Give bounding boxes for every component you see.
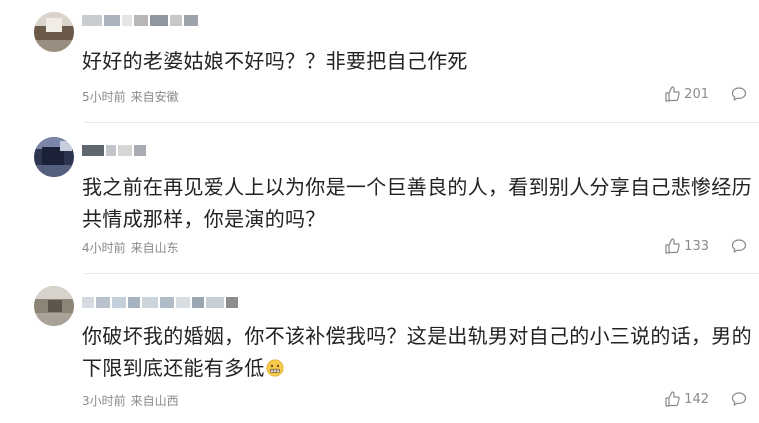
comment-meta: 4小时前 来自山东	[82, 239, 179, 256]
username-blurred[interactable]	[82, 13, 198, 27]
grimacing-face-emoji	[266, 354, 284, 377]
username-blurred[interactable]	[82, 295, 238, 309]
comment-item: 我之前在再见爱人上以为你是一个巨善良的人，看到别人分享自己悲惨经历共情成那样，你…	[18, 123, 759, 273]
thumbs-up-icon	[664, 238, 680, 254]
like-count: 142	[684, 391, 709, 407]
comment-text: 好好的老婆姑娘不好吗？？非要把自己作死	[82, 49, 468, 73]
comment-meta: 5小时前 来自安徽	[82, 88, 179, 105]
like-count: 201	[684, 86, 709, 102]
comment-text: 你破坏我的婚姻，你不该补偿我吗？这是出轨男对自己的小三说的话，男的下限到底还能有…	[82, 320, 759, 384]
comment-time: 3小时前	[82, 394, 126, 408]
comment-meta: 3小时前 来自山西	[82, 392, 179, 409]
comment-location: 来自山东	[130, 241, 179, 255]
comment-time: 4小时前	[82, 241, 126, 255]
comment-item: 你破坏我的婚姻，你不该补偿我吗？这是出轨男对自己的小三说的话，男的下限到底还能有…	[18, 274, 759, 423]
comment-actions: 201	[664, 86, 747, 102]
thumbs-up-icon	[664, 86, 680, 102]
comment-actions: 142	[664, 391, 747, 407]
comment-item: 好好的老婆姑娘不好吗？？非要把自己作死 5小时前 来自安徽 201	[18, 0, 759, 122]
thumbs-up-icon	[664, 391, 680, 407]
like-button[interactable]: 142	[664, 391, 709, 407]
avatar[interactable]	[34, 12, 74, 52]
username-blurred[interactable]	[82, 143, 146, 157]
comment-time: 5小时前	[82, 90, 126, 104]
avatar[interactable]	[34, 137, 74, 177]
speech-bubble-icon[interactable]	[731, 391, 747, 407]
speech-bubble-icon[interactable]	[731, 86, 747, 102]
comment-actions: 133	[664, 238, 747, 254]
page-left-margin	[0, 0, 18, 423]
comment-location: 来自山西	[130, 394, 179, 408]
avatar[interactable]	[34, 286, 74, 326]
comment-text: 我之前在再见爱人上以为你是一个巨善良的人，看到别人分享自己悲惨经历共情成那样，你…	[82, 175, 752, 231]
like-count: 133	[684, 238, 709, 254]
like-button[interactable]: 133	[664, 238, 709, 254]
comment-text-body: 你破坏我的婚姻，你不该补偿我吗？这是出轨男对自己的小三说的话，男的下限到底还能有…	[82, 324, 752, 380]
like-button[interactable]: 201	[664, 86, 709, 102]
speech-bubble-icon[interactable]	[731, 238, 747, 254]
comment-location: 来自安徽	[130, 90, 179, 104]
